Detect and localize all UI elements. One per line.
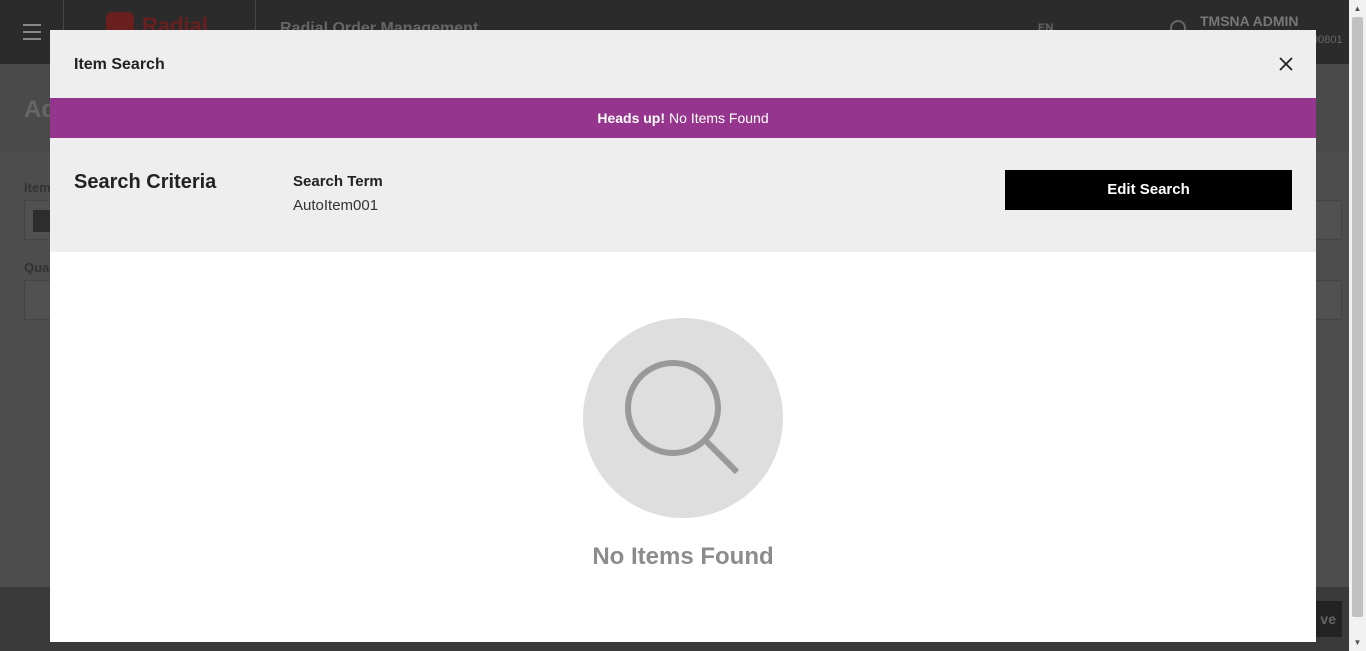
vertical-scrollbar[interactable]: ▲ ▼	[1349, 0, 1366, 651]
alert-strong: Heads up!	[597, 110, 666, 126]
quantity-field-label: Qua	[24, 260, 50, 275]
search-criteria-panel: Search Criteria Search Term AutoItem001 …	[50, 138, 1316, 252]
close-icon[interactable]	[1276, 54, 1296, 74]
no-items-found-text: No Items Found	[592, 543, 774, 570]
scroll-down-icon[interactable]: ▼	[1349, 634, 1366, 651]
empty-state: No Items Found	[50, 252, 1316, 642]
item-field-label: Item	[24, 180, 51, 195]
scrollbar-thumb[interactable]	[1352, 17, 1363, 617]
alert-message: No Items Found	[669, 110, 769, 126]
alert-banner: Heads up! No Items Found	[50, 98, 1316, 138]
scroll-up-icon[interactable]: ▲	[1349, 0, 1366, 17]
empty-state-circle	[583, 318, 783, 518]
search-term-value: AutoItem001	[293, 197, 379, 214]
search-criteria-title: Search Criteria	[74, 171, 217, 193]
search-term-label: Search Term	[293, 173, 383, 190]
item-search-modal: Item Search Heads up! No Items Found Sear…	[50, 30, 1316, 642]
user-name[interactable]: TMSNA ADMIN	[1200, 13, 1299, 29]
user-code: 00801	[1312, 34, 1343, 46]
edit-search-button[interactable]: Edit Search	[1005, 170, 1292, 210]
modal-header: Item Search	[50, 30, 1316, 98]
modal-title: Item Search	[74, 56, 165, 73]
search-icon	[625, 360, 740, 475]
